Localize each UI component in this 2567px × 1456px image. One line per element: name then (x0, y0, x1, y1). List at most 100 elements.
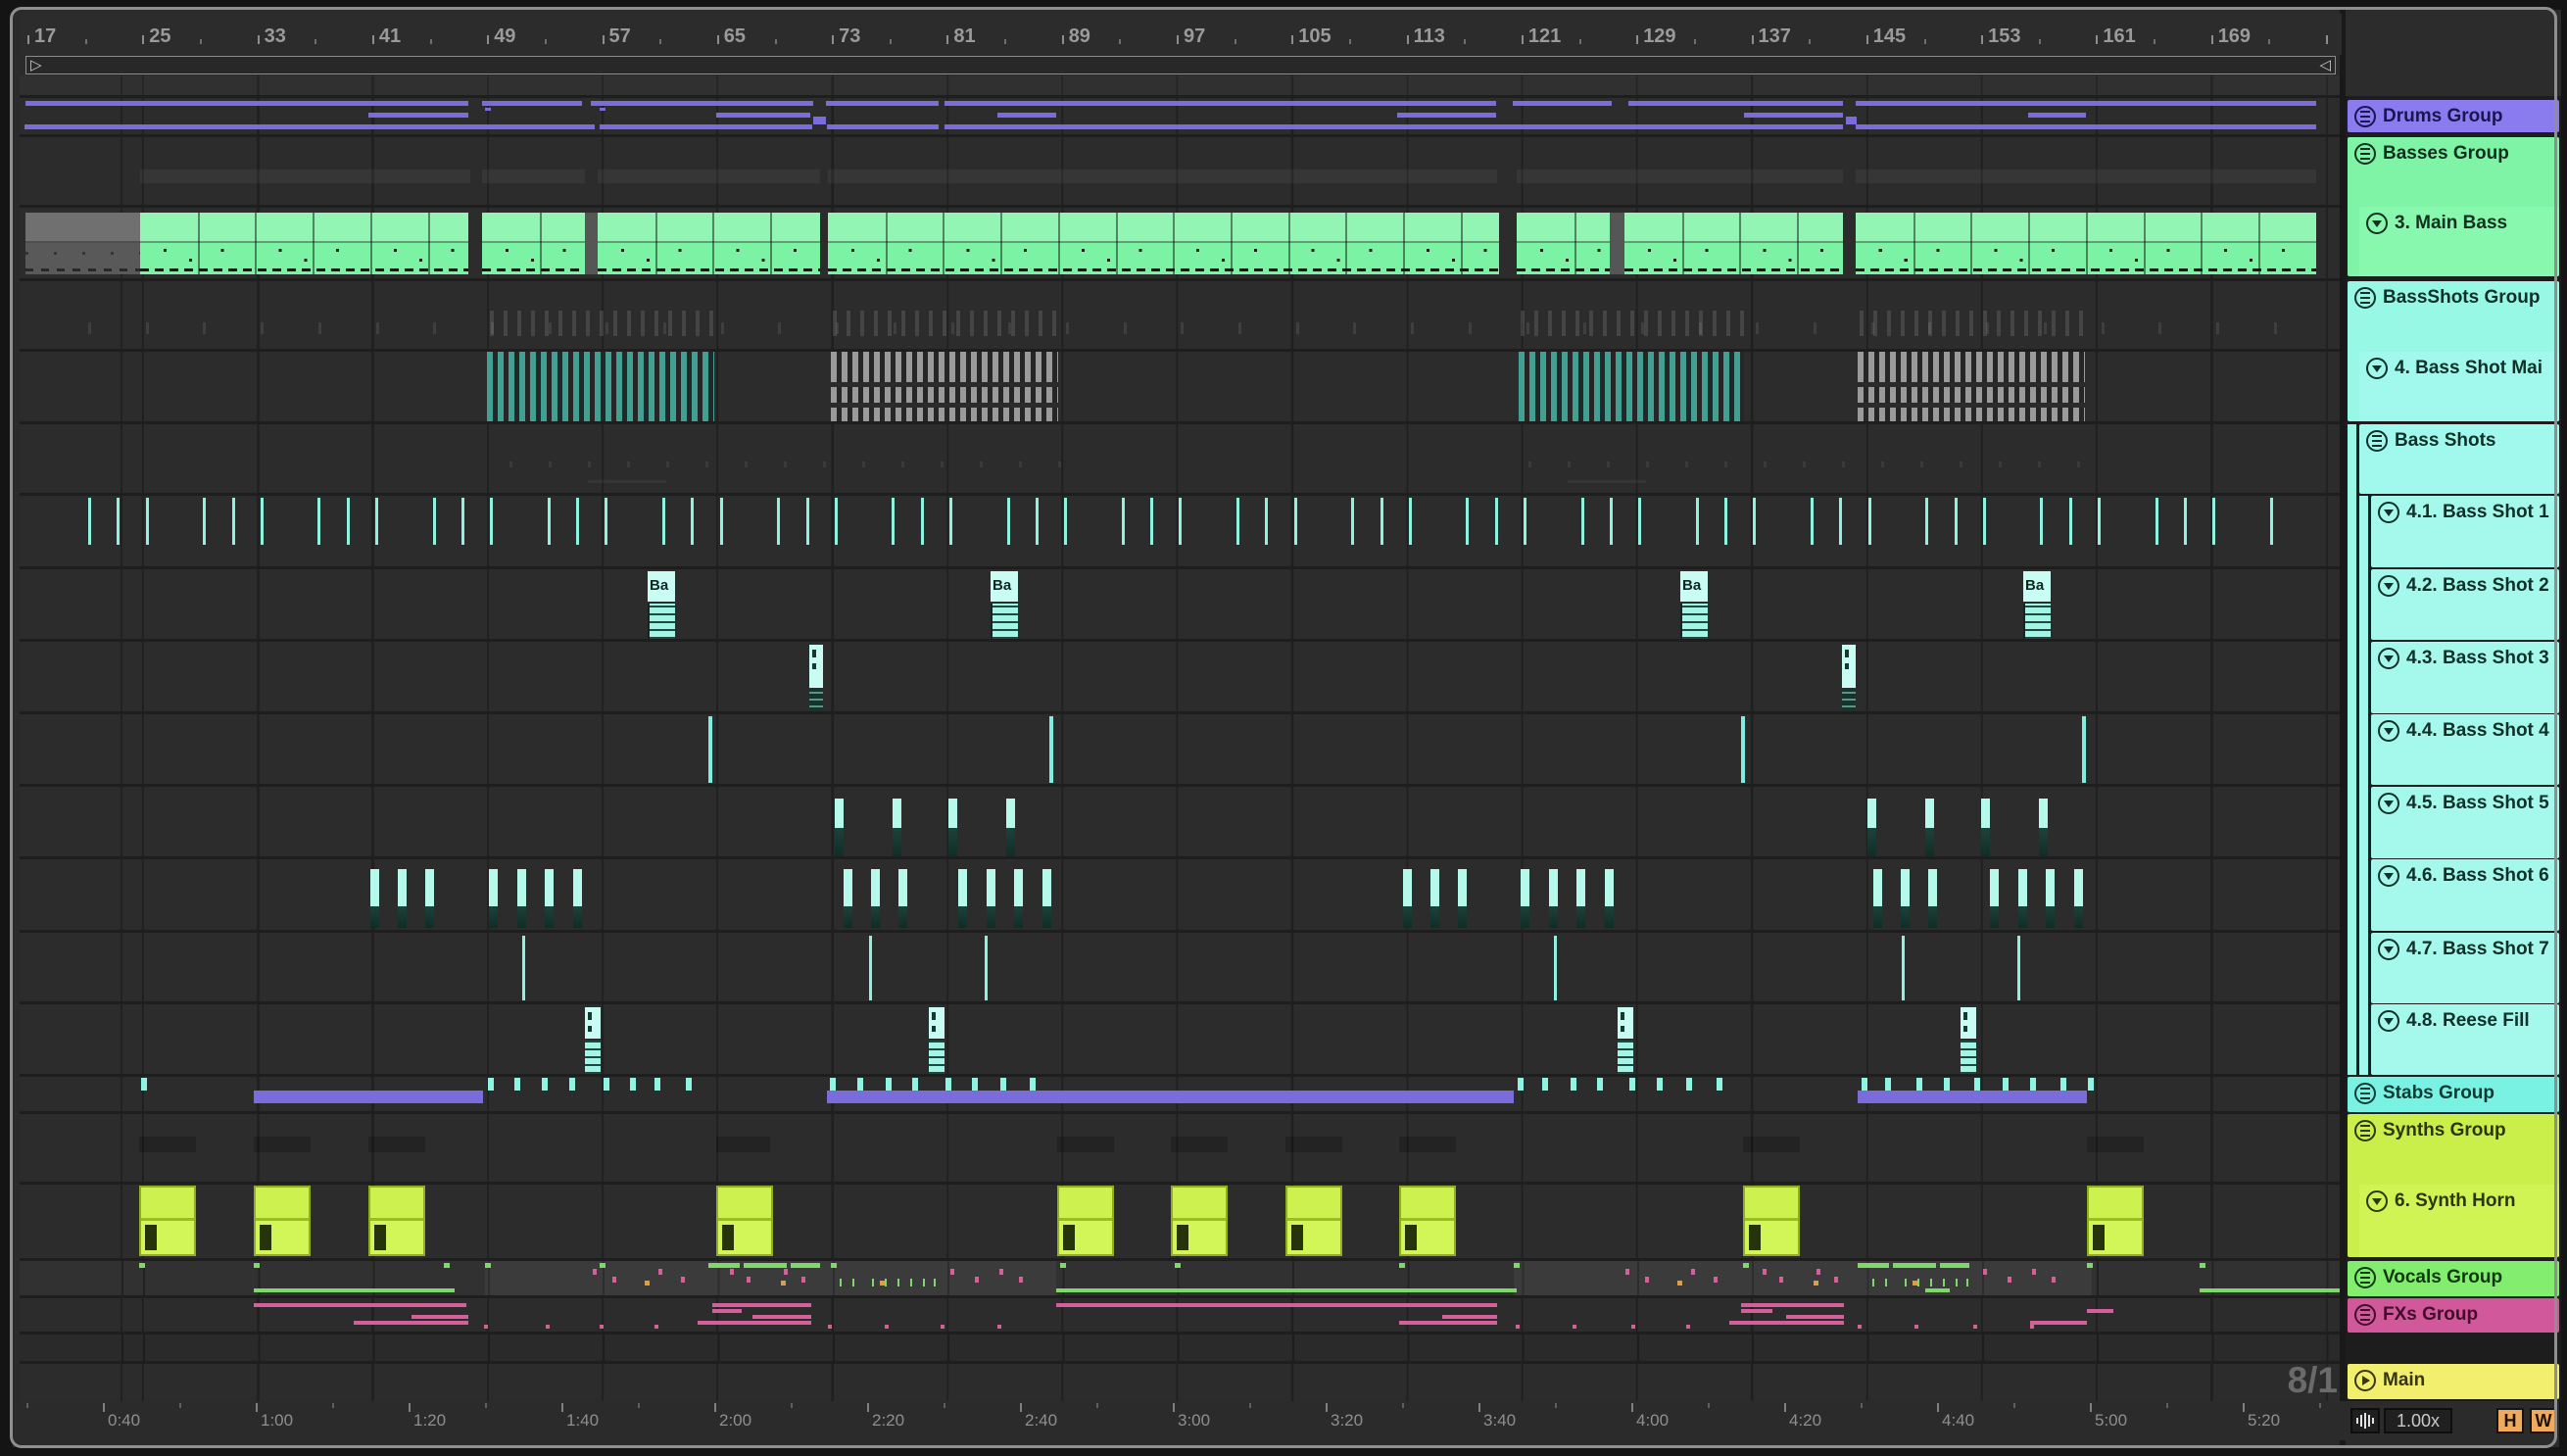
synth-horn-clip[interactable] (716, 1186, 773, 1256)
clip-segment[interactable] (254, 1303, 466, 1307)
group-icon[interactable] (2354, 1083, 2376, 1104)
shot-bar[interactable] (1430, 869, 1439, 906)
clip-segment[interactable] (591, 101, 813, 106)
clip-tick[interactable] (2010, 311, 2014, 336)
synth-horn-clip[interactable] (1171, 1186, 1228, 1256)
shot-clip[interactable] (1842, 645, 1856, 713)
clip-tick[interactable] (1814, 1281, 1818, 1286)
clip-tick[interactable] (1049, 716, 1053, 783)
track-header-bass-shots[interactable]: Bass Shots (2359, 424, 2559, 494)
clip-tick[interactable] (915, 311, 919, 336)
shot-bar[interactable] (489, 869, 498, 906)
shot-bar[interactable] (2018, 869, 2027, 906)
clip-tick[interactable] (662, 498, 665, 545)
clip-tick[interactable] (778, 322, 782, 334)
clip-tick[interactable] (830, 1078, 836, 1091)
lane-bass-shot-2[interactable]: Ba Ba Ba Ba (20, 569, 2340, 640)
synth-horn-clip[interactable] (2087, 1186, 2144, 1256)
clip-tick[interactable] (1956, 1279, 1958, 1286)
lane-synths-group[interactable] (20, 1114, 2340, 1183)
clip-tick[interactable] (433, 322, 437, 334)
shot-bar[interactable] (871, 869, 880, 906)
clip-tick[interactable] (1058, 461, 1061, 467)
clip-segment[interactable] (1399, 1137, 1456, 1152)
clip-segment[interactable] (1513, 101, 1612, 106)
clip-tick[interactable] (1724, 461, 1727, 467)
clip-tick[interactable] (2040, 498, 2044, 545)
time-ruler[interactable]: 0:40 1:00 1:20 1:40 2:00 2:20 2:40 3:00 3:20 3:40… (13, 1401, 2559, 1440)
clip-tick[interactable] (2215, 322, 2219, 334)
clip-tick[interactable] (1631, 1325, 1635, 1329)
clip-tick[interactable] (1695, 498, 1699, 545)
shot-bar[interactable] (370, 869, 379, 906)
clip-tick[interactable] (2038, 461, 2041, 467)
shot-clip[interactable] (1618, 1007, 1633, 1074)
clip-tick[interactable] (2008, 1277, 2011, 1283)
clip-segment[interactable] (254, 1288, 455, 1292)
clip-tick[interactable] (605, 498, 608, 545)
midi-clip[interactable] (140, 213, 468, 274)
clip-tick[interactable] (2024, 311, 2028, 336)
shot-bar[interactable] (1981, 799, 1990, 828)
clip-tick[interactable] (943, 311, 946, 336)
clip-tick[interactable] (747, 1277, 751, 1283)
clip-segment[interactable] (708, 1263, 740, 1268)
clip-tick[interactable] (1741, 716, 1745, 783)
clip-tick[interactable] (2155, 498, 2158, 545)
clip-tick[interactable] (1902, 936, 1905, 1000)
clip-tick[interactable] (862, 461, 865, 467)
track-header-stabs-group[interactable]: Stabs Group (2348, 1077, 2559, 1112)
clip-tick[interactable] (923, 1279, 925, 1286)
clip-segment[interactable] (2087, 1309, 2113, 1313)
clip-tick[interactable] (509, 461, 512, 467)
shot-bar[interactable] (425, 869, 434, 906)
clip-tick[interactable] (910, 1279, 912, 1286)
clip-tick[interactable] (490, 498, 494, 545)
clip-tick[interactable] (604, 1078, 609, 1091)
clip-tick[interactable] (912, 1078, 918, 1091)
group-icon[interactable] (2354, 287, 2376, 309)
play-icon[interactable] (2354, 1370, 2376, 1391)
fold-icon[interactable] (2366, 358, 2388, 379)
shot-clip[interactable] (809, 645, 823, 713)
clip-segment[interactable] (2028, 113, 2086, 118)
track-header-bass-shot-7[interactable]: 4.7. Bass Shot 7 (2371, 933, 2559, 1003)
clip-tick[interactable] (1466, 498, 1470, 545)
fold-icon[interactable] (2378, 1010, 2399, 1032)
clip-tick[interactable] (1779, 1277, 1783, 1283)
fold-icon[interactable] (2378, 502, 2399, 523)
loop-brace[interactable]: ▷ ◁ (25, 56, 2336, 74)
clip-segment[interactable] (2087, 1137, 2144, 1152)
clip-segment[interactable] (412, 1315, 468, 1319)
clip-tick[interactable] (975, 1277, 979, 1283)
clip-segment[interactable] (744, 1263, 787, 1268)
clip-tick[interactable] (869, 936, 872, 1000)
clip-tick[interactable] (1671, 311, 1675, 336)
synth-horn-clip[interactable] (1057, 1186, 1114, 1256)
clip-tick[interactable] (1516, 1325, 1520, 1329)
lane-bass-shot-4[interactable] (20, 714, 2340, 785)
clip-tick[interactable] (1685, 461, 1688, 467)
clip-tick[interactable] (1872, 1279, 1874, 1286)
clip-tick[interactable] (2052, 1277, 2056, 1283)
clip-segment[interactable] (1568, 480, 1646, 483)
clip-tick[interactable] (1351, 498, 1355, 545)
clip-tick[interactable] (1542, 1078, 1548, 1091)
shot-clip[interactable] (929, 1007, 944, 1074)
clip-tick[interactable] (708, 716, 712, 783)
clip-segment[interactable] (482, 170, 585, 183)
clip-segment[interactable] (827, 1091, 1514, 1103)
group-icon[interactable] (2354, 1304, 2376, 1326)
shot-bar[interactable] (398, 869, 407, 906)
clip-tick[interactable] (1644, 311, 1648, 336)
clip-segment[interactable] (482, 101, 582, 106)
clip-tick[interactable] (203, 498, 207, 545)
clip-segment[interactable] (1856, 170, 2316, 183)
clip-segment[interactable] (1057, 1137, 1114, 1152)
clip-segment[interactable] (1856, 101, 2316, 106)
clip-tick[interactable] (1408, 498, 1412, 545)
clip-tick[interactable] (1969, 311, 1973, 336)
track-header-fxs-group[interactable]: FXs Group (2348, 1298, 2559, 1333)
fold-icon[interactable] (2378, 720, 2399, 742)
clip-tick[interactable] (1925, 498, 1929, 545)
